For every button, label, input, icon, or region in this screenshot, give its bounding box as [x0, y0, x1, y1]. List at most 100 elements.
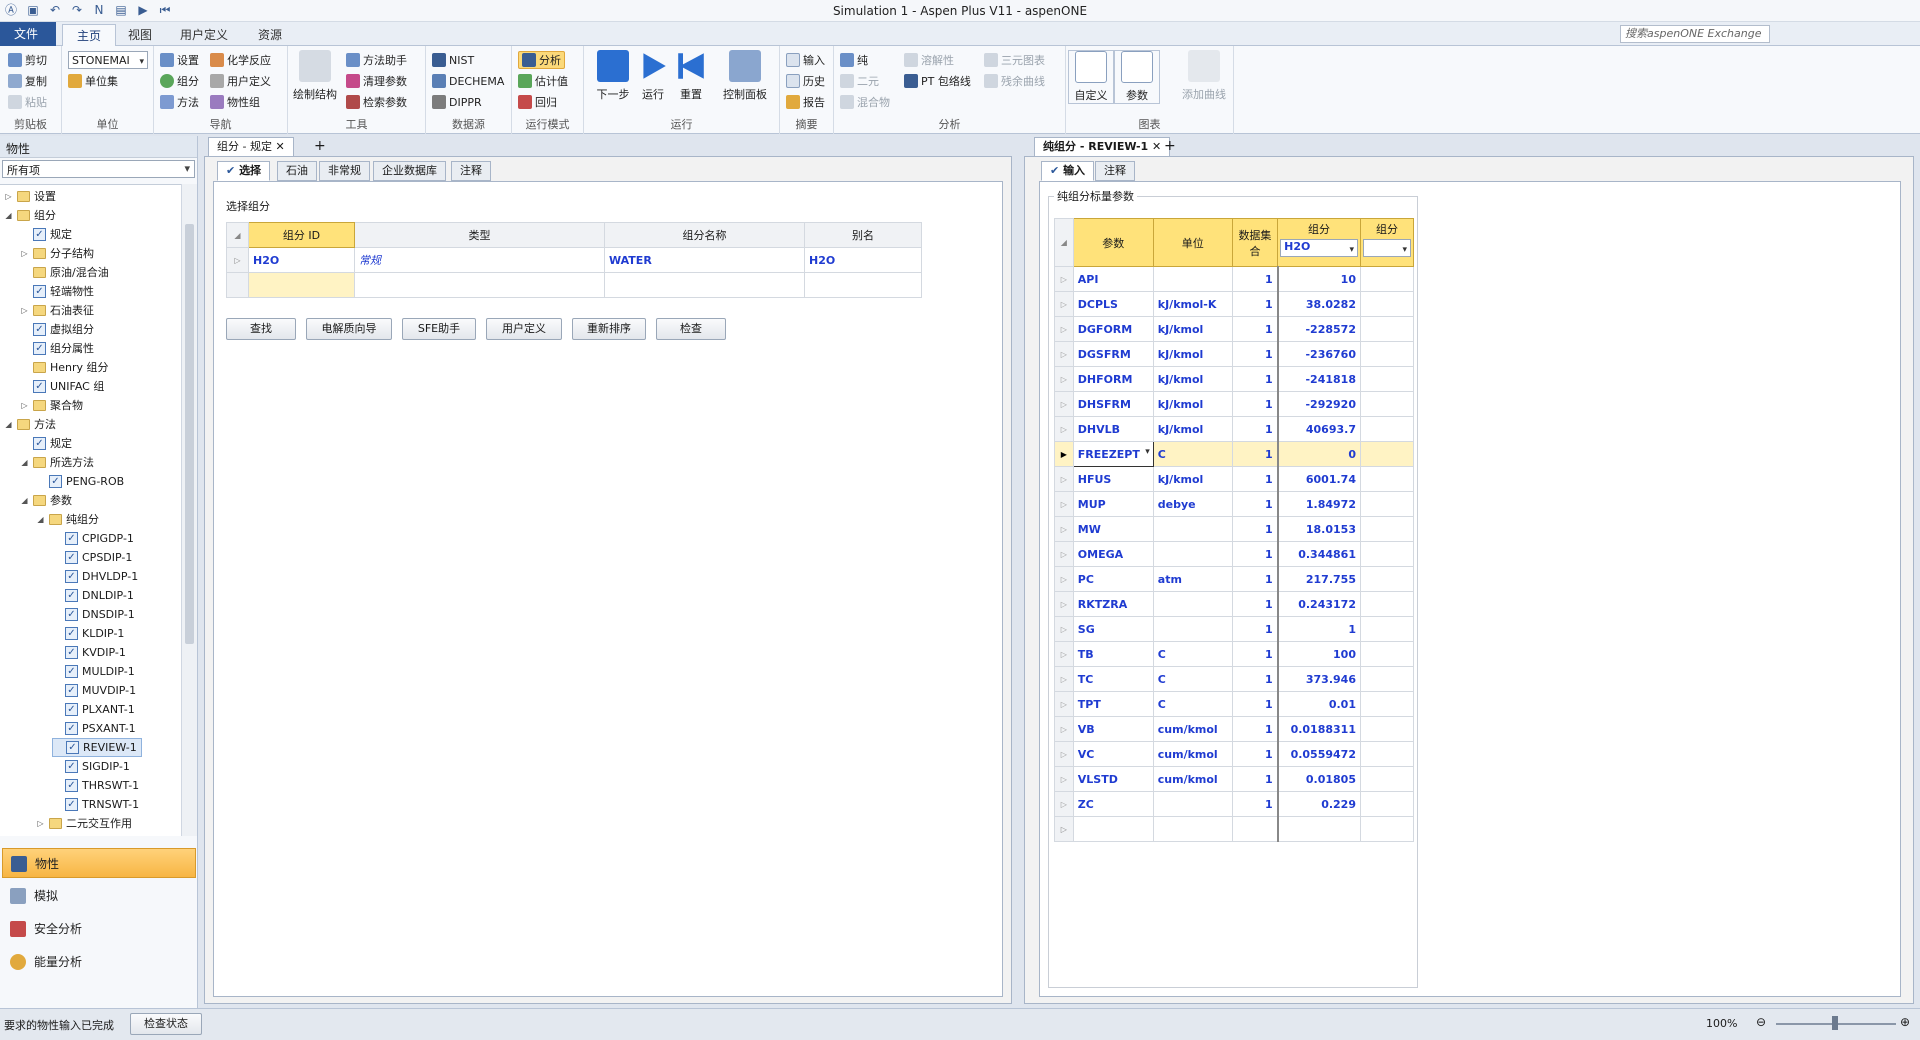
- row-header[interactable]: ▷: [226, 247, 249, 273]
- table-row[interactable]: ▷ VLSTD cum/kmol 1 0.01805: [1054, 766, 1415, 792]
- empty-cell[interactable]: [1359, 816, 1415, 842]
- param-cell[interactable]: MW: [1072, 516, 1154, 542]
- empty-cell[interactable]: [354, 272, 605, 298]
- draw-structure-button[interactable]: 绘制结构: [290, 50, 340, 102]
- tree-node[interactable]: ◢ 方法: [4, 415, 56, 434]
- zoom-in-icon[interactable]: ⊕: [1900, 1015, 1910, 1029]
- row-header[interactable]: ▷: [1054, 691, 1074, 717]
- row-header[interactable]: ▷: [1054, 791, 1074, 817]
- value-cell[interactable]: 1.84972: [1276, 491, 1361, 517]
- expander-icon[interactable]: ▷: [36, 814, 45, 833]
- row-header[interactable]: ▷: [1054, 566, 1074, 592]
- check-status-button[interactable]: 检查状态: [130, 1013, 202, 1035]
- row-header[interactable]: ▷: [1054, 816, 1074, 842]
- value-cell[interactable]: 40693.7: [1276, 416, 1361, 442]
- dataset-cell[interactable]: 1: [1231, 316, 1279, 342]
- tree-node[interactable]: ✓ 轻端物性: [20, 282, 94, 301]
- zoom-out-icon[interactable]: ⊖: [1756, 1015, 1766, 1029]
- unit-cell[interactable]: C: [1152, 691, 1233, 717]
- zoom-slider-handle[interactable]: [1832, 1016, 1838, 1030]
- dataset-cell[interactable]: 1: [1231, 616, 1279, 642]
- tree-node[interactable]: ▷ 石油表征: [20, 301, 94, 320]
- components-button[interactable]: 组分: [160, 72, 199, 90]
- report-button[interactable]: 报告: [786, 93, 825, 111]
- param-cell[interactable]: DGSFRM: [1072, 341, 1154, 367]
- row-header[interactable]: ▷: [1054, 516, 1074, 542]
- table-row[interactable]: ▷ H2O 常规 WATER H2O: [226, 247, 922, 273]
- table-row[interactable]: ▷ DCPLS kJ/kmol-K 1 38.0282: [1054, 291, 1415, 317]
- tree-node[interactable]: ▷ 二元交互作用: [36, 814, 132, 833]
- binary-analysis-button[interactable]: 二元: [840, 72, 879, 90]
- unit-cell[interactable]: [1152, 266, 1233, 292]
- empty-cell[interactable]: [1359, 466, 1415, 492]
- table-row[interactable]: ▷ PC atm 1 217.755: [1054, 566, 1415, 592]
- scrollbar-thumb[interactable]: [185, 224, 194, 644]
- component-select[interactable]: H2O: [1280, 239, 1358, 257]
- reorder-button[interactable]: 重新排序: [572, 318, 646, 340]
- tree-scrollbar[interactable]: [181, 184, 197, 836]
- table-row[interactable]: ▷ TPT C 1 0.01: [1054, 691, 1415, 717]
- row-header[interactable]: ▷: [1054, 291, 1074, 317]
- param-cell[interactable]: VLSTD: [1072, 766, 1154, 792]
- retrieve-params-button[interactable]: 检索参数: [346, 93, 407, 111]
- row-header[interactable]: ▷: [1054, 391, 1074, 417]
- empty-cell[interactable]: [1359, 716, 1415, 742]
- chem-reactions-button[interactable]: 化学反应: [210, 51, 271, 69]
- expander-icon[interactable]: ◢: [4, 415, 13, 434]
- cut-button[interactable]: 剪切: [8, 51, 47, 69]
- table-row[interactable]: ▷ MUP debye 1 1.84972: [1054, 491, 1415, 517]
- residue-curve-button[interactable]: 残余曲线: [984, 72, 1045, 90]
- dataset-cell[interactable]: 1: [1231, 691, 1279, 717]
- new-tab-button[interactable]: +: [306, 137, 334, 156]
- dataset-cell[interactable]: 1: [1231, 741, 1279, 767]
- tab-view[interactable]: 视图: [114, 24, 166, 46]
- value-cell[interactable]: -236760: [1276, 341, 1361, 367]
- unit-cell[interactable]: [1152, 516, 1233, 542]
- table-row[interactable]: ▷ VB cum/kmol 1 0.0188311: [1054, 716, 1415, 742]
- subtab-enterprise-db[interactable]: 企业数据库: [373, 161, 446, 181]
- tree-node[interactable]: ✓ PENG-ROB: [36, 472, 124, 491]
- empty-cell[interactable]: [1359, 641, 1415, 667]
- column-header[interactable]: 别名: [804, 222, 922, 248]
- dataset-cell[interactable]: 1: [1231, 416, 1279, 442]
- value-cell[interactable]: 217.755: [1276, 566, 1361, 592]
- subtab-petroleum[interactable]: 石油: [277, 161, 317, 181]
- param-cell[interactable]: MUP: [1072, 491, 1154, 517]
- value-cell[interactable]: 0.0559472: [1276, 741, 1361, 767]
- copy-button[interactable]: 复制: [8, 72, 47, 90]
- dataset-cell[interactable]: 1: [1231, 766, 1279, 792]
- paste-button[interactable]: 粘贴: [8, 93, 47, 111]
- value-cell[interactable]: 10: [1276, 266, 1361, 292]
- tree-node[interactable]: ✓ 虚拟组分: [20, 320, 94, 339]
- param-cell[interactable]: DGFORM: [1072, 316, 1154, 342]
- row-header[interactable]: ▷: [1054, 591, 1074, 617]
- empty-cell[interactable]: [1359, 691, 1415, 717]
- tree-node[interactable]: Henry 组分: [20, 358, 109, 377]
- param-cell[interactable]: TC: [1072, 666, 1154, 692]
- unit-cell[interactable]: cum/kmol: [1152, 766, 1233, 792]
- tree-node[interactable]: ✓ CPIGDP-1: [52, 529, 134, 548]
- empty-cell[interactable]: [1359, 566, 1415, 592]
- table-row-empty[interactable]: [226, 272, 922, 298]
- tree-node[interactable]: ◢ 参数: [20, 491, 72, 510]
- find-button[interactable]: 查找: [226, 318, 296, 340]
- tree-node[interactable]: ✓ MUVDIP-1: [52, 681, 136, 700]
- control-panel-button[interactable]: 控制面板: [714, 50, 776, 102]
- value-cell[interactable]: 0.229: [1276, 791, 1361, 817]
- table-row[interactable]: ▷ OMEGA 1 0.344861: [1054, 541, 1415, 567]
- solubility-button[interactable]: 溶解性: [904, 51, 954, 69]
- component-select-empty[interactable]: [1362, 239, 1411, 257]
- param-cell[interactable]: DHSFRM: [1072, 391, 1154, 417]
- column-header[interactable]: 数据集合: [1231, 218, 1279, 267]
- empty-cell[interactable]: [604, 272, 805, 298]
- empty-cell[interactable]: [1359, 341, 1415, 367]
- tree-node[interactable]: ✓ 规定: [20, 434, 72, 453]
- table-row[interactable]: ▶FREEZEPTC10: [1054, 441, 1415, 467]
- param-cell[interactable]: RKTZRA: [1072, 591, 1154, 617]
- unit-cell[interactable]: C: [1152, 641, 1233, 667]
- type-cell[interactable]: 常规: [354, 247, 605, 273]
- table-row[interactable]: ▷ DHSFRM kJ/kmol 1 -292920: [1054, 391, 1415, 417]
- table-row[interactable]: ▷ ZC 1 0.229: [1054, 791, 1415, 817]
- table-row[interactable]: ▷ DHFORM kJ/kmol 1 -241818: [1054, 366, 1415, 392]
- unit-cell[interactable]: [1152, 591, 1233, 617]
